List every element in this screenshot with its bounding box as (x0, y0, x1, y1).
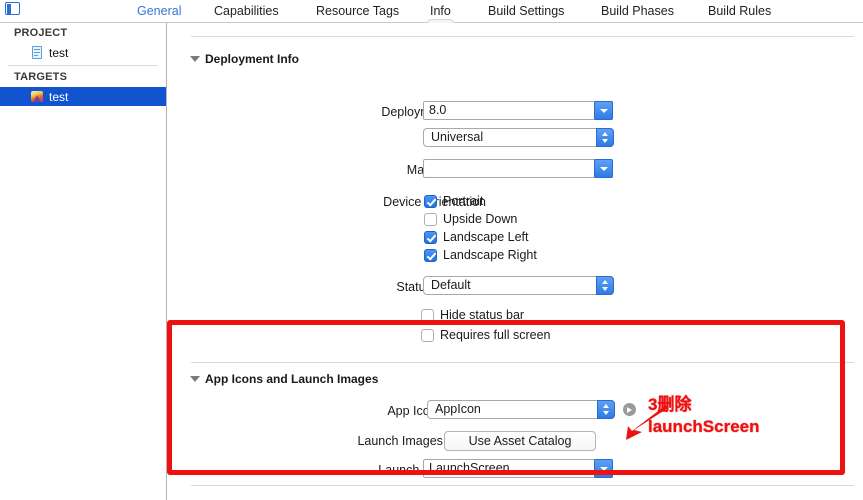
document-icon (30, 45, 44, 60)
sidebar-group-targets: TARGETS (14, 71, 68, 83)
launch-screen-file-value: LaunchScreen (429, 461, 510, 475)
devices-popup-button[interactable]: Universal (423, 128, 614, 147)
red-annotation-text: 3删除 launchScreen (648, 394, 760, 438)
checkbox-requires-full-screen[interactable] (421, 328, 434, 342)
checkbox-row-hide-status-bar[interactable]: Hide status bar (421, 308, 524, 322)
disclosure-triangle-deployment-info[interactable] (190, 56, 200, 62)
checkbox-row-requires-full-screen[interactable]: Requires full screen (421, 328, 550, 342)
sidebar-item-label: test (49, 45, 69, 60)
project-targets-sidebar: PROJECT test TARGETS test (0, 23, 167, 500)
app-icons-source-value: AppIcon (435, 402, 481, 416)
checkbox-landscape-left[interactable] (424, 230, 437, 244)
tab-build-rules[interactable]: Build Rules (702, 0, 777, 22)
project-editor-tab-bar: General Capabilities Resource Tags Info … (0, 0, 863, 23)
up-down-arrows-icon[interactable] (596, 128, 614, 147)
section-title-app-icons: App Icons and Launch Images (205, 372, 379, 386)
checkbox-row-upside-down[interactable]: Upside Down (424, 212, 517, 226)
devices-value: Universal (431, 130, 484, 144)
sidebar-item-label: test (49, 89, 69, 104)
checkbox-row-landscape-left[interactable]: Landscape Left (424, 230, 529, 244)
checkbox-landscape-right[interactable] (424, 248, 437, 262)
separator-top (191, 36, 854, 37)
use-asset-catalog-button[interactable]: Use Asset Catalog (444, 431, 596, 451)
deployment-target-combobox[interactable]: 8.0 (423, 101, 613, 120)
tab-resource-tags[interactable]: Resource Tags (310, 0, 405, 22)
tab-build-phases[interactable]: Build Phases (595, 0, 680, 22)
navigator-panel-toggle-icon[interactable] (5, 2, 22, 17)
checkbox-portrait[interactable] (424, 194, 437, 208)
launch-screen-file-combobox[interactable]: LaunchScreen (423, 459, 613, 478)
tab-info[interactable]: Info (424, 0, 457, 23)
tab-general[interactable]: General (131, 0, 187, 22)
checkbox-row-landscape-right[interactable]: Landscape Right (424, 248, 537, 262)
checkbox-label: Portrait (443, 194, 484, 208)
status-bar-style-value: Default (431, 278, 471, 292)
checkbox-label: Hide status bar (440, 308, 525, 322)
annotation-line-1: 3删除 (648, 395, 692, 414)
checkbox-label: Landscape Left (443, 230, 529, 244)
chevron-down-icon[interactable] (594, 459, 613, 478)
separator-embedded-binaries (191, 485, 854, 486)
chevron-down-icon[interactable] (594, 101, 613, 120)
checkbox-label: Upside Down (443, 212, 518, 226)
section-title-deployment-info: Deployment Info (205, 52, 300, 66)
app-icons-source-popup-button[interactable]: AppIcon (427, 400, 615, 419)
status-bar-style-popup-button[interactable]: Default (423, 276, 614, 295)
annotation-line-2: launchScreen (648, 417, 760, 436)
sidebar-divider (8, 65, 158, 66)
disclosure-triangle-app-icons[interactable] (190, 376, 200, 382)
checkbox-row-portrait[interactable]: Portrait (424, 194, 483, 208)
checkbox-hide-status-bar[interactable] (421, 308, 434, 322)
tab-capabilities[interactable]: Capabilities (208, 0, 285, 22)
tab-build-settings[interactable]: Build Settings (482, 0, 570, 22)
sidebar-item-project-test[interactable]: test (0, 43, 166, 62)
deployment-target-value: 8.0 (429, 103, 447, 117)
separator-app-icons (191, 362, 854, 363)
panel-icon-fill (6, 3, 11, 14)
sidebar-item-target-test[interactable]: test (0, 87, 166, 106)
checkbox-label: Landscape Right (443, 248, 537, 262)
checkbox-upside-down[interactable] (424, 212, 437, 226)
main-interface-combobox[interactable] (423, 159, 613, 178)
app-target-icon (30, 89, 44, 104)
chevron-down-icon[interactable] (594, 159, 613, 178)
sidebar-group-project: PROJECT (14, 27, 68, 39)
checkbox-label: Requires full screen (440, 328, 551, 342)
up-down-arrows-icon[interactable] (596, 276, 614, 295)
